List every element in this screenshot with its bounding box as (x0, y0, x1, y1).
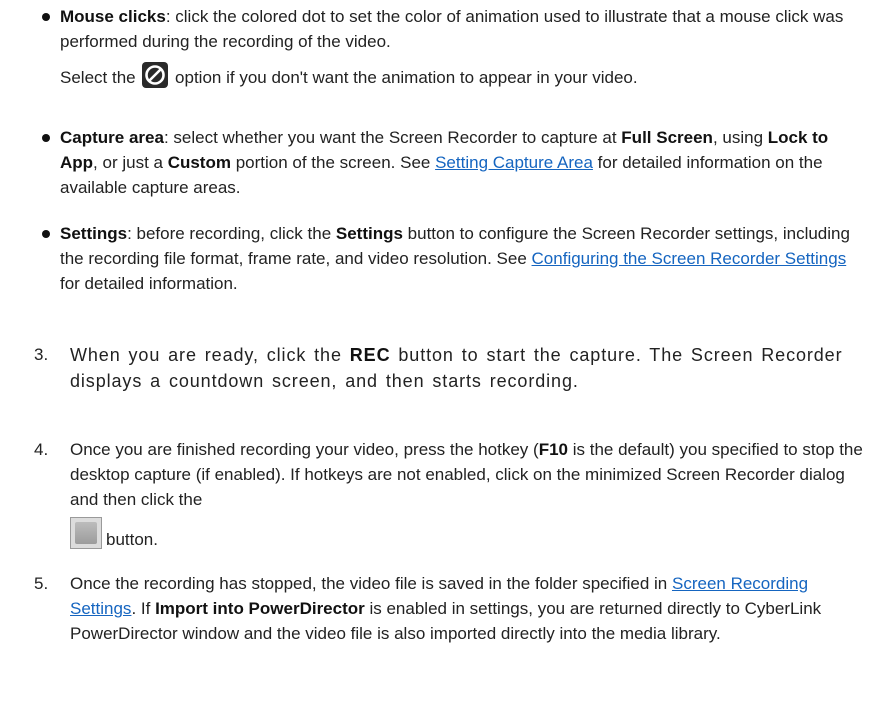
document-page: Mouse clicks: click the colored dot to s… (0, 0, 883, 706)
bullet-title: Capture area (60, 128, 164, 147)
bullet-dot (42, 134, 50, 142)
no-symbol-icon (142, 62, 169, 88)
stop-button-line: button. (70, 517, 865, 552)
configuring-screen-recorder-settings-link[interactable]: Configuring the Screen Recorder Settings (532, 249, 847, 268)
setting-capture-area-link[interactable]: Setting Capture Area (435, 153, 593, 172)
step-number: 3. (34, 345, 49, 364)
bullet-paragraph: Mouse clicks: click the colored dot to s… (60, 7, 844, 51)
bullet-paragraph: Settings: before recording, click the Se… (60, 224, 850, 293)
bullet-paragraph: Capture area: select whether you want th… (60, 128, 829, 197)
bullet-paragraph-2: Select the option if you don't want the … (60, 62, 860, 90)
step-3-text: When you are ready, click the REC button… (70, 345, 843, 391)
bullet-mouse-clicks: Mouse clicks: click the colored dot to s… (60, 4, 860, 90)
bullet-title: Mouse clicks (60, 7, 166, 26)
step-5-text: Once the recording has stopped, the vide… (70, 574, 822, 643)
bullet-capture-area: Capture area: select whether you want th… (60, 125, 860, 200)
bullet-dot (42, 13, 50, 21)
step-number: 5. (34, 574, 49, 593)
bullet-title: Settings (60, 224, 128, 243)
bullet-dot (42, 230, 50, 238)
step-4-text: Once you are finished recording your vid… (70, 437, 865, 552)
stop-button-icon (70, 517, 102, 549)
bullet-settings: Settings: before recording, click the Se… (60, 221, 860, 296)
step-number: 4. (34, 440, 49, 459)
